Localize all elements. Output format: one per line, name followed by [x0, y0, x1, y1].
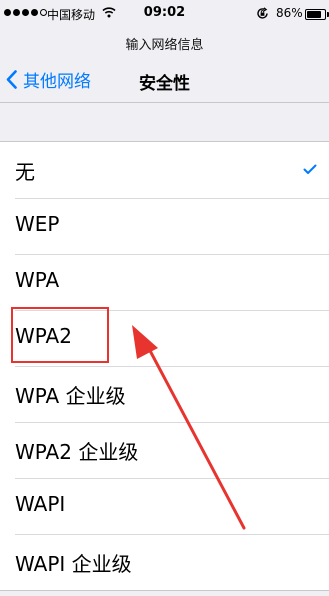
- list-item-label: WPA2 企业级: [15, 440, 139, 464]
- security-option-none[interactable]: 无: [0, 142, 329, 198]
- list-item-label: WAPI 企业级: [15, 552, 132, 576]
- annotation-highlight-box: [11, 307, 109, 363]
- status-bar: 中国移动 09:02 86%: [0, 0, 329, 28]
- battery-percent: 86%: [276, 6, 303, 20]
- battery-icon: [305, 9, 329, 20]
- page-title: 安全性: [139, 74, 190, 94]
- orientation-lock-icon: [256, 7, 269, 23]
- list-item-label: 无: [15, 160, 35, 184]
- navigation-bar: 其他网络 安全性: [0, 58, 329, 103]
- checkmark-icon: [303, 160, 317, 179]
- security-options-list: 无 WEP WPA WPA2 WPA 企业级 WPA2 企业级 WAPI WAP…: [0, 141, 329, 591]
- battery-fill: [307, 11, 322, 18]
- page-subtitle: 输入网络信息: [125, 38, 204, 53]
- security-option-wapi-enterprise[interactable]: WAPI 企业级: [0, 534, 329, 590]
- security-option-wpa[interactable]: WPA: [0, 254, 329, 310]
- security-option-wpa-enterprise[interactable]: WPA 企业级: [0, 366, 329, 422]
- list-item-label: WPA: [15, 268, 60, 292]
- security-option-wep[interactable]: WEP: [0, 198, 329, 254]
- list-item-label: WAPI: [15, 492, 66, 516]
- security-option-wpa2-enterprise[interactable]: WPA2 企业级: [0, 422, 329, 478]
- list-item-label: WEP: [15, 212, 60, 236]
- list-item-label: WPA 企业级: [15, 384, 126, 408]
- security-option-wapi[interactable]: WAPI: [0, 478, 329, 534]
